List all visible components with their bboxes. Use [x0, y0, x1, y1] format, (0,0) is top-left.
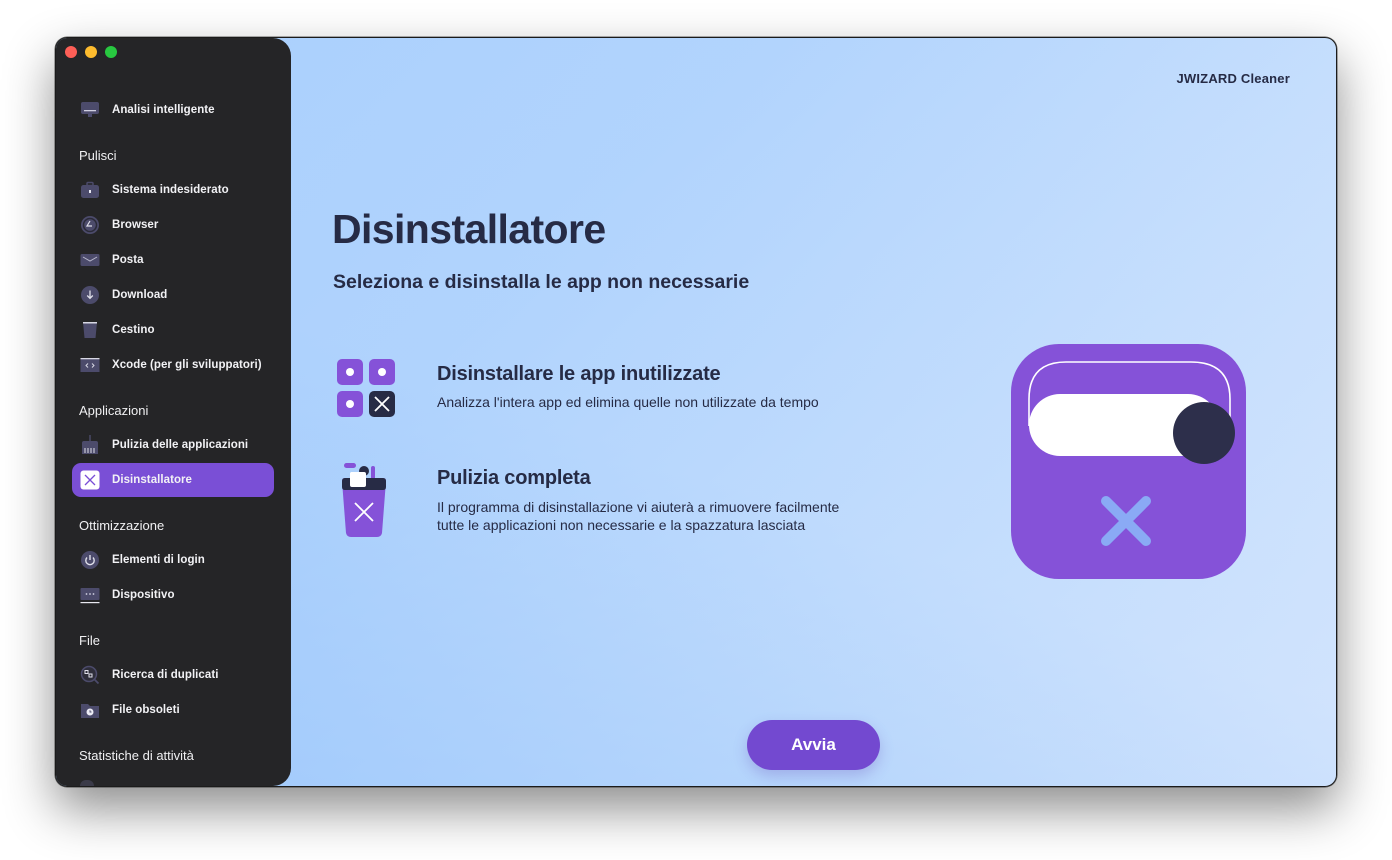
- sidebar-item-label: Elementi di login: [112, 554, 205, 566]
- feature-title: Disinstallare le app inutilizzate: [437, 363, 721, 385]
- sidebar-item-xcode[interactable]: Xcode (per gli sviluppatori): [72, 348, 274, 382]
- feature-unused-apps: Disinstallare le app inutilizzate Analiz…: [332, 359, 819, 439]
- device-icon: [80, 585, 100, 605]
- feature-complete-cleanup: Pulizia completa Il programma di disinst…: [332, 463, 839, 543]
- section-title-applicazioni: Applicazioni: [79, 403, 149, 418]
- app-brand: JWIZARD Cleaner: [1176, 71, 1290, 86]
- sidebar-item-label: Ricerca di duplicati: [112, 669, 219, 681]
- sidebar-item-cestino[interactable]: Cestino: [72, 313, 274, 347]
- app-grid-remove-icon: [332, 359, 398, 439]
- window-controls: [65, 46, 117, 58]
- start-button[interactable]: Avvia: [747, 720, 880, 770]
- sidebar-item-label: File obsoleti: [112, 704, 180, 716]
- sidebar-item-label: Pulizia delle applicazioni: [112, 439, 249, 451]
- partially-hidden-item-icon: [80, 780, 94, 786]
- monitor-icon: [80, 100, 100, 120]
- code-icon: [80, 355, 100, 375]
- sidebar-item-label: Dispositivo: [112, 589, 175, 601]
- zoom-window-button[interactable]: [105, 46, 117, 58]
- uninstall-icon: [80, 470, 100, 490]
- sidebar-item-label: Analisi intelligente: [112, 104, 215, 116]
- section-title-ottimizzazione: Ottimizzazione: [79, 518, 165, 533]
- page-title: Disinstallatore: [332, 206, 606, 252]
- old-files-icon: [80, 700, 100, 720]
- uninstaller-toggle-icon: [1011, 344, 1246, 579]
- feature-title: Pulizia completa: [437, 467, 591, 489]
- feature-description: Il programma di disinstallazione vi aiut…: [437, 499, 840, 533]
- mail-icon: [80, 250, 100, 270]
- sidebar-item-label: Browser: [112, 219, 159, 231]
- power-icon: [80, 550, 100, 570]
- sidebar-item-pulizia-applicazioni[interactable]: Pulizia delle applicazioni: [72, 428, 274, 462]
- sidebar-item-download[interactable]: Download: [72, 278, 274, 312]
- minimize-window-button[interactable]: [85, 46, 97, 58]
- sidebar-item-dispositivo[interactable]: Dispositivo: [72, 578, 274, 612]
- sidebar-item-label: Download: [112, 289, 168, 301]
- sidebar: Analisi intelligente Pulisci Sistema ind…: [56, 38, 291, 786]
- section-title-file: File: [79, 633, 100, 648]
- sidebar-item-label: Sistema indesiderato: [112, 184, 229, 196]
- sidebar-item-browser[interactable]: Browser: [72, 208, 274, 242]
- compass-icon: [80, 215, 100, 235]
- sidebar-item-label: Posta: [112, 254, 144, 266]
- sidebar-item-label: Disinstallatore: [112, 474, 192, 486]
- sidebar-item-disinstallatore[interactable]: Disinstallatore: [72, 463, 274, 497]
- sidebar-item-sistema-indesiderato[interactable]: Sistema indesiderato: [72, 173, 274, 207]
- page-subtitle: Seleziona e disinstalla le app non neces…: [333, 271, 750, 293]
- sidebar-item-label: Xcode (per gli sviluppatori): [112, 359, 262, 371]
- download-icon: [80, 285, 100, 305]
- briefcase-icon: [80, 180, 100, 200]
- trash-icon: [80, 320, 100, 340]
- sidebar-item-file-obsoleti[interactable]: File obsoleti: [72, 693, 274, 727]
- close-window-button[interactable]: [65, 46, 77, 58]
- feature-description: Analizza l'intera app ed elimina quelle …: [437, 394, 819, 410]
- broom-icon: [80, 435, 100, 455]
- sidebar-item-analisi-intelligente[interactable]: Analisi intelligente: [72, 93, 274, 127]
- sidebar-item-posta[interactable]: Posta: [72, 243, 274, 277]
- section-title-pulisci: Pulisci: [79, 148, 117, 163]
- sidebar-item-label: Cestino: [112, 324, 155, 336]
- section-title-statistiche: Statistiche di attività: [79, 748, 194, 763]
- sidebar-item-elementi-login[interactable]: Elementi di login: [72, 543, 274, 577]
- sidebar-item-ricerca-duplicati[interactable]: Ricerca di duplicati: [72, 658, 274, 692]
- trash-bin-x-icon: [332, 463, 398, 543]
- app-window: Analisi intelligente Pulisci Sistema ind…: [55, 37, 1337, 787]
- duplicate-search-icon: [80, 665, 100, 685]
